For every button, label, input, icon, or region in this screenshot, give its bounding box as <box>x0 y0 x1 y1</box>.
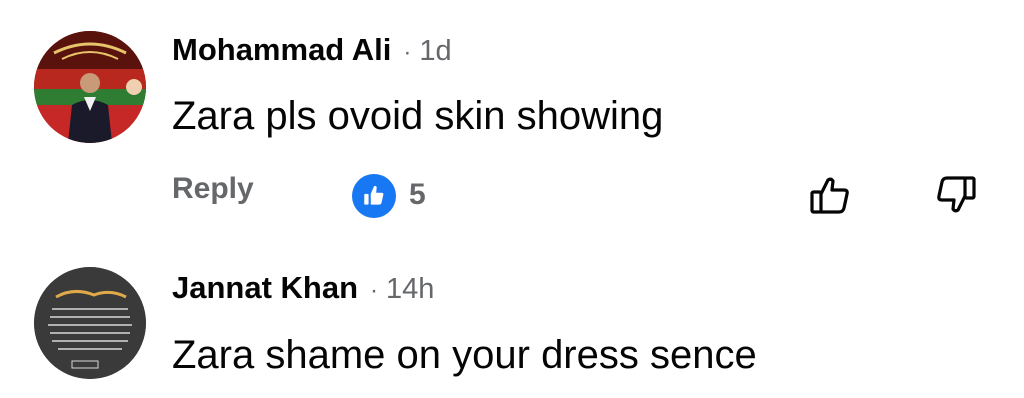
comment-text: Zara shame on your dress sence <box>172 333 757 377</box>
thumbs-down-outline-icon[interactable] <box>932 172 980 220</box>
author-name[interactable]: Jannat Khan <box>172 270 358 306</box>
comment-timestamp[interactable]: 14h <box>386 273 434 306</box>
avatar[interactable] <box>34 31 146 143</box>
meta-separator: · <box>370 277 379 304</box>
comment: Jannat Khan · 14h Zara shame on your dre… <box>0 240 1024 398</box>
author-name[interactable]: Mohammad Ali <box>172 32 391 68</box>
comment-meta: Jannat Khan · 14h <box>172 270 434 306</box>
avatar-image <box>34 267 146 379</box>
comment-meta: Mohammad Ali · 1d <box>172 32 452 68</box>
thumbs-up-outline-icon[interactable] <box>806 172 854 220</box>
comment-text: Zara pls ovoid skin showing <box>172 94 664 138</box>
reply-button[interactable]: Reply <box>172 172 254 206</box>
avatar[interactable] <box>34 267 146 379</box>
comment: Mohammad Ali · 1d Zara pls ovoid skin sh… <box>0 0 1024 240</box>
comment-timestamp[interactable]: 1d <box>419 35 451 68</box>
meta-separator: · <box>403 39 412 66</box>
thumbs-up-icon[interactable] <box>352 174 396 218</box>
comment-actions: Reply 5 <box>0 168 1024 218</box>
avatar-image <box>34 31 146 143</box>
reaction-count[interactable]: 5 <box>409 178 426 212</box>
